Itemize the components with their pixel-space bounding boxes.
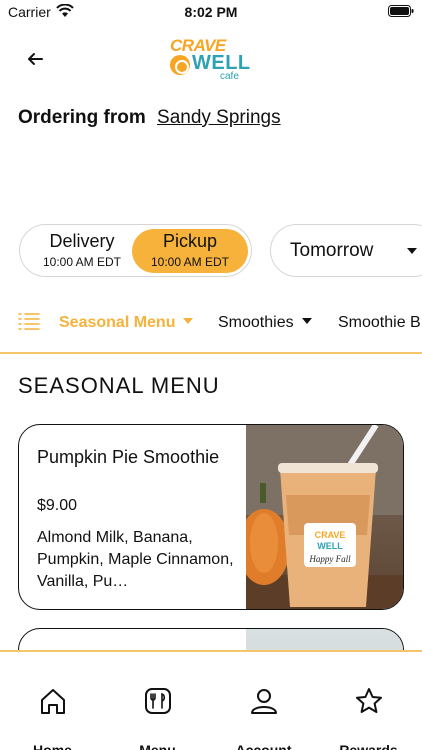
category-smoothies[interactable]: Smoothies xyxy=(218,314,312,332)
section-title: Seasonal Menu xyxy=(18,373,220,398)
battery-icon xyxy=(388,5,414,17)
tab-label: Account xyxy=(235,742,292,750)
delivery-time: 10:00 AM EDT xyxy=(42,255,122,269)
caret-down-icon xyxy=(183,318,194,324)
tab-bar: Home Menu Account Rewards xyxy=(0,650,422,750)
account-icon xyxy=(251,689,277,714)
tab-label: Home xyxy=(33,742,72,750)
delivery-label: Delivery xyxy=(49,231,115,251)
pickup-time: 10:00 AM EDT xyxy=(150,255,230,269)
ordering-from-label: Ordering from xyxy=(18,107,146,128)
pickup-label: Pickup xyxy=(162,231,218,251)
tab-rewards[interactable]: Rewards xyxy=(316,652,421,750)
product-description: Almond Milk, Banana, Pumpkin, Maple Cinn… xyxy=(37,529,234,590)
star-icon xyxy=(356,688,382,713)
delivery-option[interactable]: Delivery 10:00 AM EDT xyxy=(24,229,140,273)
tab-home[interactable]: Home xyxy=(0,652,105,750)
category-label: Smoothies xyxy=(218,314,294,331)
pickup-option[interactable]: Pickup 10:00 AM EDT xyxy=(132,229,248,273)
tab-menu[interactable]: Menu xyxy=(105,652,210,750)
product-card[interactable]: Pumpkin Pie Smoothie $9.00 Almond Milk, … xyxy=(18,424,404,610)
crave-well-logo: CRAVE WELL cafe xyxy=(166,36,250,84)
list-icon[interactable] xyxy=(18,312,40,332)
menu-icon xyxy=(145,688,171,714)
category-bar: Seasonal Menu Smoothies Smoothie B xyxy=(0,306,422,342)
status-time: 8:02 PM xyxy=(184,4,238,20)
arrow-left-icon xyxy=(28,53,43,65)
day-select-value: Tomorrow xyxy=(290,240,374,261)
orange-slice-icon xyxy=(170,55,190,75)
category-smoothie-b[interactable]: Smoothie B xyxy=(338,314,421,332)
caret-down-icon xyxy=(301,318,312,324)
day-select[interactable]: Tomorrow xyxy=(270,224,422,277)
logo-text-cafe: cafe xyxy=(220,71,239,82)
order-mode-toggle: Delivery 10:00 AM EDT Pickup 10:00 AM ED… xyxy=(19,224,252,277)
product-photo: CRAVE WELL Happy Fall xyxy=(238,425,403,609)
tab-label: Rewards xyxy=(339,742,398,750)
ordering-from-row: Ordering from Sandy Springs xyxy=(18,107,281,129)
svg-text:CRAVE: CRAVE xyxy=(315,530,346,540)
category-divider xyxy=(0,352,422,354)
category-label: Smoothie B xyxy=(338,314,421,331)
cup-text: Happy Fall xyxy=(308,554,351,564)
category-seasonal-menu[interactable]: Seasonal Menu xyxy=(59,314,194,332)
product-name: Pumpkin Pie Smoothie xyxy=(37,447,220,467)
category-label: Seasonal Menu xyxy=(59,314,176,331)
caret-down-icon xyxy=(407,248,417,254)
tab-account[interactable]: Account xyxy=(211,652,316,750)
tab-label: Menu xyxy=(139,742,176,750)
svg-text:WELL: WELL xyxy=(317,541,343,551)
status-bar: Carrier 8:02 PM xyxy=(0,0,422,24)
product-price: $9.00 xyxy=(37,497,78,514)
home-icon xyxy=(41,689,65,714)
back-button[interactable] xyxy=(20,46,50,72)
location-link[interactable]: Sandy Springs xyxy=(157,107,281,128)
smoothie-cup-illustration: CRAVE WELL Happy Fall xyxy=(238,425,403,609)
